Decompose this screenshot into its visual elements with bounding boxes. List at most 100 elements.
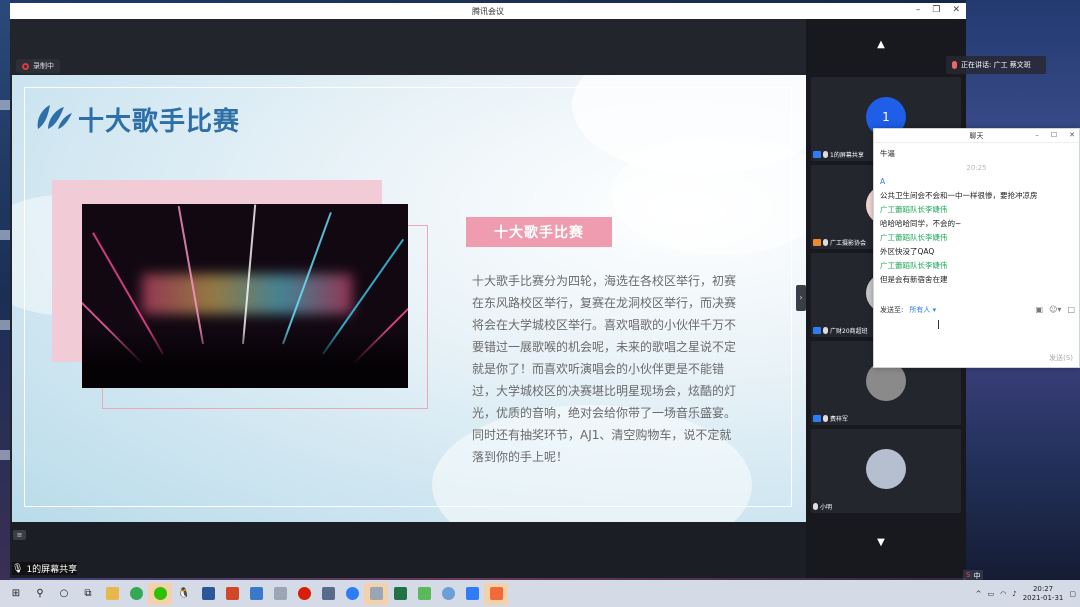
- participant-name: 小明: [820, 504, 833, 511]
- clock[interactable]: 20:27 2021-01-31: [1023, 585, 1064, 603]
- mic-icon: [952, 61, 957, 69]
- chat-title-bar: 聊天 – ☐ ✕: [874, 129, 1079, 143]
- mic-icon: [823, 239, 828, 246]
- chat-timestamp: 20:25: [966, 164, 987, 172]
- mic-icon: [823, 415, 828, 422]
- mic-icon: [823, 151, 828, 158]
- mic-icon: [823, 327, 828, 334]
- screen-share-label: 🎙 1的屏幕共享: [12, 562, 78, 575]
- maximize-icon[interactable]: ☐: [1051, 131, 1057, 139]
- presentation-slide: 十大歌手比赛 十大歌手比赛 十大歌手比赛分为四轮，海选在各校区举行，初赛在东风路…: [12, 75, 806, 522]
- slide-title: 十大歌手比赛: [78, 107, 241, 137]
- send-button[interactable]: 发送(S): [1049, 353, 1073, 363]
- speaking-label: 正在讲话: 广工 蔡文斑: [961, 61, 1031, 69]
- desktop-icon[interactable]: [0, 100, 10, 110]
- app-icon[interactable]: [316, 583, 340, 605]
- system-tray: ^ ▭ ◠ ♪ 20:27 2021-01-31 ▢: [976, 580, 1076, 607]
- restore-icon[interactable]: ❐: [932, 5, 940, 15]
- chat-message-text: 外区快没了QAQ: [880, 247, 935, 256]
- tencent-meeting-icon[interactable]: [460, 583, 484, 605]
- excel-icon[interactable]: [388, 583, 412, 605]
- file-explorer-icon[interactable]: [100, 583, 124, 605]
- taskbar: ⊞ ⚲ ○ ⧉ 🐧 ^ ▭ ◠ ♪ 20:27 2021-01-31 ▢: [0, 580, 1080, 607]
- text-cursor: [938, 320, 939, 329]
- camtasia-icon[interactable]: [412, 583, 436, 605]
- participant-tile[interactable]: 小明: [811, 429, 961, 513]
- app-icon[interactable]: [484, 582, 508, 605]
- mic-icon: [813, 503, 818, 510]
- desktop-icon[interactable]: [0, 230, 10, 240]
- speaking-indicator: 正在讲话: 广工 蔡文斑: [946, 56, 1046, 74]
- scroll-up-button[interactable]: ▲: [806, 39, 956, 50]
- toolbar-toggle-button[interactable]: ≡: [13, 530, 26, 540]
- volume-icon[interactable]: ♪: [1012, 590, 1016, 598]
- netease-music-icon[interactable]: [292, 583, 316, 605]
- chat-messages: 牛逼 20:25 A 公共卫生间会不会和一中一样很惨，要抢冲凉房 广工蕾蹈队长李…: [874, 143, 1079, 291]
- notification-icon[interactable]: ▢: [1069, 590, 1076, 598]
- screen-share-area: 录制中 十大歌手比赛 十大歌手比赛 十大歌手比赛分为四轮，海选在各校区举行，初赛…: [10, 19, 806, 540]
- more-icon[interactable]: □: [1067, 305, 1075, 314]
- cortana-icon[interactable]: ○: [52, 583, 76, 605]
- desktop-icon[interactable]: [0, 320, 10, 330]
- participant-name: 广工摄影协会: [830, 240, 867, 247]
- clock-time: 20:27: [1032, 584, 1054, 593]
- chat-sender: 广工蕾蹈队长李婕伟: [880, 233, 948, 242]
- app-icon[interactable]: [436, 583, 460, 605]
- feishu-icon[interactable]: [340, 583, 364, 605]
- participant-name: 1的屏幕共享: [830, 152, 864, 159]
- chrome-icon[interactable]: [124, 583, 148, 605]
- window-title: 腾讯会议: [472, 6, 504, 16]
- powerpoint-icon[interactable]: [220, 583, 244, 605]
- app-icon[interactable]: [364, 582, 388, 605]
- concert-photo: [82, 204, 408, 388]
- chat-panel: 聊天 – ☐ ✕ 牛逼 20:25 A 公共卫生间会不会和一中一样很惨，要抢冲凉…: [873, 128, 1080, 368]
- chat-message-text: 公共卫生间会不会和一中一样很惨，要抢冲凉房: [880, 191, 1038, 200]
- minimize-icon[interactable]: –: [916, 5, 921, 15]
- desktop-icon[interactable]: [0, 450, 10, 460]
- close-icon[interactable]: ✕: [1069, 131, 1075, 139]
- wechat-icon[interactable]: [148, 582, 172, 605]
- screen-share-icon: [813, 151, 821, 158]
- chat-message-text: 哈哈哈哈同学，不会的~: [880, 219, 962, 228]
- participant-name: 广财20商超班: [830, 328, 868, 335]
- close-icon[interactable]: ✕: [952, 5, 960, 15]
- desktop-left-strip: [0, 0, 10, 580]
- clock-date: 2021-01-31: [1022, 593, 1064, 602]
- recording-label: 录制中: [33, 62, 54, 70]
- recording-indicator[interactable]: 录制中: [16, 59, 60, 73]
- minimize-icon[interactable]: –: [1035, 131, 1039, 139]
- chat-title: 聊天: [969, 131, 984, 140]
- leaf-logo-icon: [37, 105, 72, 129]
- task-view-icon[interactable]: ⧉: [76, 583, 100, 605]
- wifi-icon[interactable]: ◠: [1000, 590, 1006, 598]
- image-icon[interactable]: ▣: [1036, 305, 1044, 314]
- user-icon: [813, 239, 821, 246]
- chat-message-text: 但是会有新宿舍在建: [880, 275, 948, 284]
- section-tag: 十大歌手比赛: [466, 217, 612, 247]
- search-icon[interactable]: ⚲: [28, 583, 52, 605]
- chat-sender: 广工蕾蹈队长李婕伟: [880, 261, 948, 270]
- start-button[interactable]: ⊞: [4, 583, 28, 605]
- title-bar: 腾讯会议 – ❐ ✕: [10, 3, 966, 19]
- qq-icon[interactable]: 🐧: [172, 583, 196, 605]
- chat-sender: A: [880, 177, 886, 186]
- scroll-down-button[interactable]: ▼: [806, 537, 956, 548]
- mic-icon: 🎙: [12, 563, 24, 574]
- members-icon[interactable]: ☺▾: [1049, 305, 1061, 314]
- battery-icon[interactable]: ▭: [987, 590, 994, 598]
- chat-sender: 广工蕾蹈队长李婕伟: [880, 205, 948, 214]
- photos-icon[interactable]: [244, 583, 268, 605]
- user-icon: [813, 327, 821, 334]
- meeting-window: 腾讯会议 – ❐ ✕ 录制中 十大歌手比赛 十大歌手比赛 十大歌手比赛分为四轮，…: [10, 3, 966, 578]
- recipient-select[interactable]: 所有人 ▾: [909, 305, 936, 315]
- avatar: [866, 449, 906, 489]
- send-to-label: 发送至:: [880, 306, 904, 314]
- chat-message-text: 牛逼: [880, 149, 895, 158]
- app-icon[interactable]: [268, 583, 292, 605]
- slide-paragraph: 十大歌手比赛分为四轮，海选在各校区举行，初赛在东风路校区举行，复赛在龙洞校区举行…: [472, 274, 737, 464]
- user-icon: [813, 415, 821, 422]
- word-icon[interactable]: [196, 583, 220, 605]
- record-icon: [22, 62, 29, 70]
- tray-expand-icon[interactable]: ^: [976, 590, 982, 598]
- sidebar-collapse-button[interactable]: ›: [796, 285, 806, 311]
